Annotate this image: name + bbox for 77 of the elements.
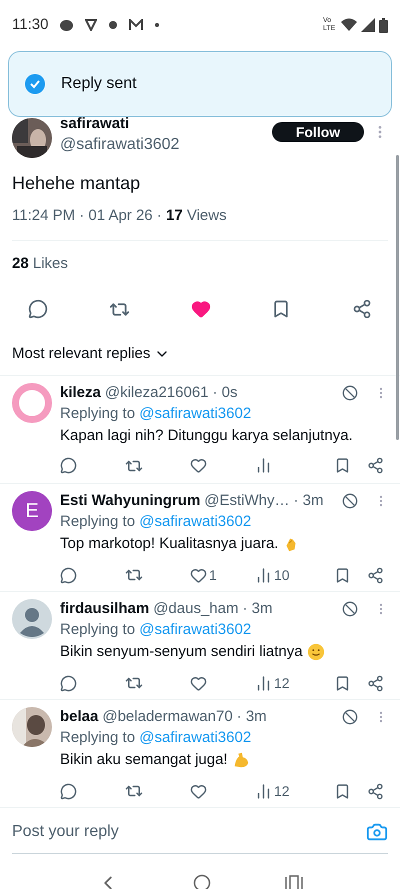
reply-handle[interactable]: @EstiWhy… — [204, 490, 290, 510]
dot-icon — [109, 21, 118, 29]
like-button[interactable]: 1 — [190, 564, 217, 586]
reply-text: Bikin aku semangat juga! — [60, 750, 228, 770]
bookmark-icon[interactable] — [334, 566, 351, 584]
clock: 11:30 — [12, 14, 48, 35]
battery-icon — [379, 18, 388, 32]
like-button[interactable] — [190, 782, 207, 800]
signal-icon — [361, 18, 375, 32]
chat-bubble-icon — [60, 20, 74, 30]
post-meta: 11:24 PM · 01 Apr 26 · 17 Views — [12, 206, 228, 226]
reply-time: · 3m — [236, 706, 267, 726]
reply-handle[interactable]: @kileza216061 — [104, 382, 209, 402]
like-button[interactable] — [190, 457, 207, 474]
share-icon[interactable] — [367, 566, 384, 584]
heart-icon — [190, 782, 207, 800]
bar-chart-icon — [255, 782, 272, 800]
heart-icon — [190, 674, 207, 692]
reply-author[interactable]: firdausilham — [60, 598, 150, 618]
reply-time: · 3m — [242, 598, 272, 618]
reply-text: Top markotop! Kualitasnya juara. — [60, 534, 278, 554]
reply-author[interactable]: belaa — [60, 706, 98, 726]
reply-field[interactable]: Post your reply — [12, 820, 366, 844]
views-button[interactable]: 10 — [255, 564, 290, 586]
replying-to: Replying to @safirawati3602 — [60, 512, 252, 532]
reply-handle[interactable]: @daus_ham — [153, 598, 238, 618]
toast-message: Reply sent — [61, 74, 137, 94]
views-button[interactable]: 12 — [255, 672, 290, 694]
heart-icon — [190, 566, 207, 584]
reply-time: · 3m — [294, 490, 324, 510]
post-text: Hehehe mantap — [12, 172, 142, 195]
reply-button[interactable] — [60, 566, 77, 584]
sort-dropdown[interactable]: Most relevant replies — [12, 343, 170, 366]
reply-author[interactable]: kileza — [60, 382, 101, 402]
avatar[interactable]: E — [12, 490, 52, 530]
like-button[interactable] — [190, 674, 207, 692]
bar-chart-icon — [255, 566, 272, 584]
bookmark-icon[interactable] — [334, 674, 351, 692]
home-icon[interactable] — [193, 874, 211, 889]
replying-to: Replying to @safirawati3602 — [60, 404, 252, 424]
follow-button[interactable]: Follow — [272, 122, 364, 142]
reply-button[interactable] — [60, 782, 77, 800]
reply-author[interactable]: Esti Wahyuningrum — [60, 490, 200, 510]
like-icon[interactable] — [190, 299, 210, 319]
reply-handle[interactable]: @beladermawan70 — [102, 706, 233, 726]
views-button[interactable]: 12 — [255, 780, 290, 802]
reply-button[interactable] — [60, 674, 77, 692]
wifi-icon — [341, 18, 357, 32]
flexed-arm-icon — [232, 750, 250, 768]
share-icon[interactable] — [367, 674, 384, 692]
mail-icon — [129, 19, 144, 31]
smiley-icon — [306, 642, 325, 660]
bookmark-icon[interactable] — [334, 782, 351, 800]
author-handle[interactable]: @safirawati3602 — [60, 133, 264, 157]
likes-count[interactable]: 28 Likes — [12, 252, 388, 275]
bar-chart-icon — [255, 674, 272, 692]
avatar[interactable] — [12, 598, 52, 638]
reply-text: Bikin senyum-senyum sendiri liatnya — [60, 642, 303, 662]
bookmark-icon[interactable] — [334, 457, 351, 474]
triangle-icon — [85, 19, 98, 31]
recents-icon[interactable] — [285, 874, 303, 889]
views-button[interactable] — [255, 457, 272, 474]
share-icon[interactable] — [367, 457, 384, 474]
reply-icon[interactable] — [28, 299, 48, 319]
author-name[interactable]: safirawati — [60, 115, 264, 133]
bar-chart-icon — [255, 457, 272, 474]
reply-text: Kapan lagi nih? Ditunggu karya selanjutnya. — [60, 426, 353, 446]
camera-icon[interactable] — [366, 821, 388, 843]
reply-time: · 0s — [212, 382, 238, 402]
dot-icon — [155, 23, 160, 27]
share-icon[interactable] — [352, 299, 372, 319]
share-icon[interactable] — [367, 782, 384, 800]
replying-to: Replying to @safirawati3602 — [60, 620, 252, 640]
reply-button[interactable] — [60, 457, 77, 474]
check-icon — [25, 74, 45, 94]
replying-to: Replying to @safirawati3602 — [60, 728, 252, 748]
heart-icon — [190, 457, 207, 474]
